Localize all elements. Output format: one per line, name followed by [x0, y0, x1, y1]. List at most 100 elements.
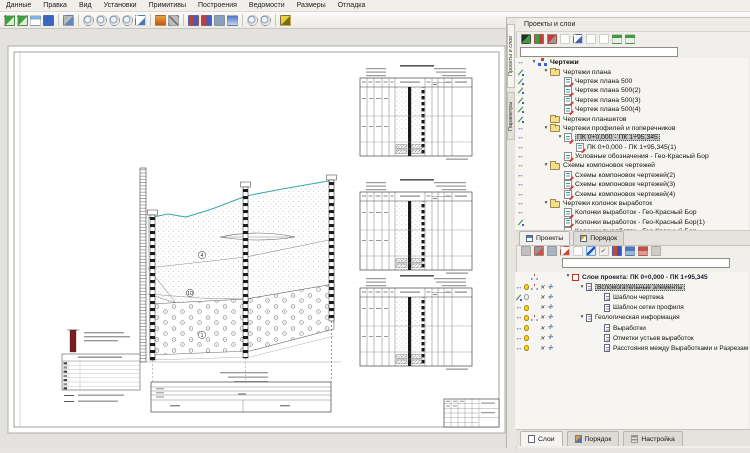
tree-item[interactable]: Отметки устьев выработок [515, 333, 748, 343]
visibility-arrow-icon[interactable] [517, 191, 524, 198]
tree-item[interactable]: Геологическая информация [515, 313, 748, 323]
tree-item[interactable]: Колонки выработок - Гео-Красный Бор(1) [515, 218, 748, 227]
paste-layer-icon[interactable] [560, 246, 570, 256]
move-cross-icon[interactable] [547, 304, 552, 312]
layer-edit-icon[interactable] [517, 219, 524, 226]
new-layer-icon[interactable] [573, 246, 583, 256]
visibility-arrow-icon[interactable] [517, 200, 524, 207]
tree-item[interactable]: Чертеж плана 500(3) [515, 96, 748, 105]
zoom-window-icon[interactable] [109, 15, 120, 26]
menu-settings[interactable]: Установки [98, 2, 143, 9]
tree-item[interactable]: Чертеж плана 500(2) [515, 86, 748, 95]
fill-view-icon[interactable] [227, 15, 238, 26]
tab-projects[interactable]: Проекты [519, 231, 570, 245]
tree-item[interactable]: Чертежи [515, 58, 748, 67]
tree-item[interactable]: Шаблон чертежа [515, 292, 748, 302]
pan-right-icon[interactable] [201, 15, 212, 26]
projects-filter-input[interactable] [520, 47, 678, 57]
move-cross-icon[interactable] [547, 324, 552, 332]
visibility-arrow-icon[interactable] [517, 59, 524, 66]
draw-on-active-layer-icon[interactable] [586, 246, 596, 256]
visibility-arrow-icon[interactable] [517, 209, 524, 216]
delete-mark-icon[interactable] [540, 325, 545, 332]
page-preview-icon[interactable] [135, 15, 146, 26]
open-project-icon[interactable] [4, 15, 15, 26]
layer-edit-icon[interactable] [517, 87, 524, 94]
bulb-on-icon[interactable] [524, 315, 529, 321]
chevron-down-icon[interactable] [530, 60, 538, 66]
collapse-node-icon[interactable] [547, 34, 557, 44]
zoom-actual-icon[interactable] [122, 15, 133, 26]
bulb-on-icon[interactable] [524, 335, 529, 341]
bulb-on-icon[interactable] [524, 345, 529, 351]
visibility-arrow-icon[interactable] [517, 125, 524, 132]
search-icon[interactable] [247, 15, 258, 26]
tab-settings[interactable]: Настройка [623, 431, 682, 446]
tree-item[interactable]: Схемы компоновок чертежей(4) [515, 189, 748, 198]
move-cross-icon[interactable] [547, 294, 552, 302]
bulb-on-icon[interactable] [524, 325, 529, 331]
tree-item[interactable]: Расстояния между Выработками и Разрезами [515, 343, 748, 353]
tree-item[interactable]: Чертежи колонок выработок [515, 199, 748, 208]
tree-item[interactable]: Шаблон сетки профиля [515, 303, 748, 313]
chevron-down-icon[interactable] [542, 163, 550, 169]
tree-item[interactable]: Схемы компоновок чертежей [515, 161, 748, 170]
menu-edit[interactable]: Правка [37, 2, 73, 9]
new-drawing-icon[interactable] [560, 34, 570, 44]
zoom-in-icon[interactable] [83, 15, 94, 26]
visibility-arrow-icon[interactable] [517, 144, 524, 151]
menu-view[interactable]: Вид [73, 2, 98, 9]
tree-item[interactable]: Чертеж плана 500(4) [515, 105, 748, 114]
visibility-arrow-icon[interactable] [517, 162, 524, 169]
layer-edit-icon[interactable] [517, 106, 524, 113]
select-icon[interactable] [521, 246, 531, 256]
copy-layer-icon[interactable] [547, 246, 557, 256]
update-view-icon[interactable] [155, 15, 166, 26]
edit-layer-icon[interactable] [612, 246, 622, 256]
pan-view-icon[interactable] [63, 15, 74, 26]
move-layer-down-icon[interactable] [638, 246, 648, 256]
chevron-down-icon[interactable] [578, 315, 586, 321]
tree-item[interactable]: Чертежи профилей и поперечников [515, 124, 748, 133]
side-tab-projects-layers[interactable]: Проекты и слои [507, 24, 515, 88]
expand-node-icon[interactable] [534, 34, 544, 44]
zoom-out-icon[interactable] [96, 15, 107, 26]
table-view-right-icon[interactable] [625, 34, 635, 44]
chevron-down-icon[interactable] [564, 274, 572, 280]
edit-pencil-icon[interactable] [280, 15, 291, 26]
menu-primitives[interactable]: Примитивы [143, 2, 192, 9]
bulb-off-icon[interactable] [524, 294, 529, 300]
visibility-arrow-icon[interactable] [517, 172, 524, 179]
open-drawing-icon[interactable] [573, 34, 583, 44]
snap-icon[interactable] [531, 314, 539, 321]
delete-mark-icon[interactable] [540, 314, 545, 321]
tree-item[interactable]: Выработки [515, 323, 748, 333]
visibility-arrow-icon[interactable] [515, 304, 522, 311]
import-project-icon[interactable] [17, 15, 28, 26]
tree-item[interactable]: Схемы компоновок чертежей(2) [515, 171, 748, 180]
visibility-arrow-icon[interactable] [517, 134, 524, 141]
chevron-down-icon[interactable] [542, 69, 550, 75]
chevron-down-icon[interactable] [578, 285, 586, 291]
apply-icon[interactable] [599, 246, 609, 256]
tab-layers[interactable]: Слои [520, 431, 563, 446]
side-tab-parameters[interactable]: Параметры [507, 92, 515, 140]
move-cross-icon[interactable] [547, 284, 552, 292]
visibility-arrow-icon[interactable] [515, 345, 522, 352]
delete-mark-icon[interactable] [540, 335, 545, 342]
chevron-down-icon[interactable] [542, 201, 550, 207]
tree-item-selected[interactable]: Вспомогательные элементы [515, 282, 748, 292]
tree-item[interactable]: Колонки выработок - Гео-Красный Бор [515, 208, 748, 217]
tree-item[interactable]: Чертежи планшетов [515, 114, 748, 123]
visibility-arrow-icon[interactable] [515, 314, 522, 321]
tab-order-bottom[interactable]: Порядок [567, 431, 620, 446]
delete-mark-icon[interactable] [540, 304, 545, 311]
move-cross-icon[interactable] [547, 345, 552, 353]
visibility-arrow-icon[interactable] [517, 153, 524, 160]
table-view-left-icon[interactable] [612, 34, 622, 44]
chevron-down-icon[interactable] [542, 126, 550, 132]
drawing-canvas[interactable]: 4 10 1 [0, 28, 506, 448]
fit-to-screen-icon[interactable] [43, 15, 54, 26]
visibility-arrow-icon[interactable] [515, 325, 522, 332]
move-cross-icon[interactable] [547, 314, 552, 322]
